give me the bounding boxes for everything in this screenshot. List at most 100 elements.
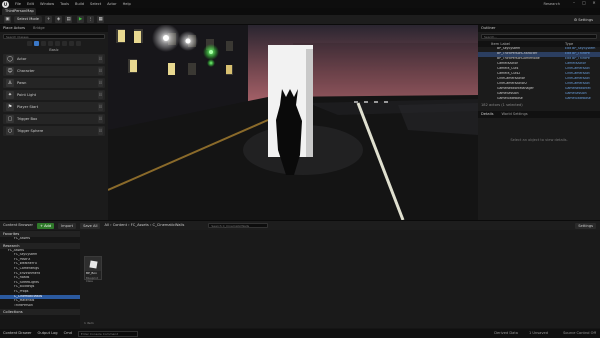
outliner-row-label: GameStateBase (497, 97, 523, 100)
level-viewport[interactable] (108, 25, 478, 220)
favorite-item[interactable]: FC_Assets (0, 237, 80, 242)
maximize-icon[interactable]: □ (580, 0, 588, 7)
asset-grid: BP_Box Blueprint Class 1 item (82, 230, 600, 329)
console-input[interactable]: Enter Console Command (77, 330, 138, 337)
asset-thumbnail (85, 257, 101, 271)
menu-edit[interactable]: Edit (27, 2, 34, 6)
drag-handle-icon[interactable]: ⠿ (98, 79, 103, 88)
drag-handle-icon[interactable]: ⠿ (98, 103, 103, 112)
tab-map[interactable]: ThirdPersonMap (2, 8, 36, 15)
play-icon[interactable]: ▶ (77, 16, 85, 23)
select-mode-dropdown[interactable]: Select Mode (14, 16, 43, 23)
unsaved-button[interactable]: 1 Unsaved (529, 331, 548, 335)
cmd-dropdown[interactable]: Cmd (64, 331, 72, 335)
save-all-button[interactable]: Save All (80, 222, 101, 229)
menu-tools[interactable]: Tools (60, 2, 69, 6)
place-actors-tabs: Place Actors Bridge (0, 25, 108, 32)
status-bar: Content Drawer Output Log Cmd Enter Cons… (0, 329, 600, 338)
menu-actor[interactable]: Actor (107, 2, 116, 6)
place-item-actor[interactable]: ◯ Actor ⠿ (3, 54, 105, 65)
outliner-row[interactable]: GameStateBase GameStateBase (478, 97, 600, 102)
content-browser-toolbar: Content Browser + Add Import Save All Al… (0, 221, 600, 230)
blueprint-icon[interactable]: ◈ (55, 16, 63, 23)
recent-icon[interactable] (27, 41, 32, 46)
shapes-icon[interactable] (48, 41, 53, 46)
col-item-label[interactable]: Item Label (481, 42, 565, 46)
close-icon[interactable]: ✕ (590, 0, 598, 7)
main-toolbar: ▣ Select Mode + ◈ ▤ ▶ ⋮ ▦ (0, 15, 600, 25)
outliner-row-type[interactable]: GameStateBase (565, 97, 597, 102)
add-button[interactable]: + Add (37, 222, 55, 229)
place-item-player-start[interactable]: ⚑ Player Start ⠿ (3, 102, 105, 113)
tab-outliner[interactable]: Outliner (481, 26, 495, 31)
basic-icon[interactable] (34, 41, 39, 46)
cb-settings-button[interactable]: Settings (575, 222, 596, 229)
document-tab-row (0, 8, 600, 15)
content-drawer-button[interactable]: Content Drawer (3, 331, 32, 335)
menu-bar: U File Edit Window Tools Build Select Ac… (0, 0, 600, 8)
project-name: Research (543, 2, 560, 6)
visual-effects-icon[interactable] (62, 41, 67, 46)
tab-place-actors[interactable]: Place Actors (3, 26, 25, 31)
place-item-character[interactable]: ☺ Character ⠿ (3, 66, 105, 77)
tab-details[interactable]: Details (481, 112, 493, 117)
drag-handle-icon[interactable]: ⠿ (98, 127, 103, 136)
minimize-icon[interactable]: – (570, 0, 578, 7)
menu-select[interactable]: Select (90, 2, 101, 6)
place-actors-search[interactable]: Search Classes (3, 34, 105, 39)
actor-icon: ◯ (6, 55, 14, 64)
platforms-icon[interactable]: ▦ (97, 16, 105, 23)
menu-file[interactable]: File (15, 2, 21, 6)
player-start-icon: ⚑ (6, 103, 14, 112)
category-icons (0, 41, 108, 46)
play-options-icon[interactable]: ⋮ (87, 16, 95, 23)
content-search[interactable]: Search C_CinematicWalls (208, 223, 269, 228)
menu-help[interactable]: Help (123, 2, 131, 6)
drag-handle-icon[interactable]: ⠿ (98, 55, 103, 64)
cinematics-icon[interactable]: ▤ (65, 16, 73, 23)
outliner-search[interactable]: Search... (481, 34, 597, 39)
place-item-pawn[interactable]: ♙ Pawn ⠿ (3, 78, 105, 89)
drag-handle-icon[interactable]: ⠿ (98, 67, 103, 76)
outliner-tab-bar: Outliner (478, 25, 600, 32)
details-panel: Details World Settings Select an object … (478, 111, 600, 220)
category-label: Basic (49, 48, 59, 52)
cinematic-icon[interactable] (55, 41, 60, 46)
place-item-trigger-box[interactable]: ▢ Trigger Box ⠿ (3, 114, 105, 125)
place-item-trigger-sphere[interactable]: ○ Trigger Sphere ⠿ (3, 126, 105, 137)
trigger-box-icon: ▢ (6, 115, 14, 124)
add-actor-icon[interactable]: + (45, 16, 53, 23)
menu-window[interactable]: Window (40, 2, 54, 6)
details-empty-message: Select an object to view details. (510, 138, 568, 142)
col-type[interactable]: Type (565, 42, 597, 46)
collections-section[interactable]: Collections (0, 309, 80, 316)
folder-tree: FC_Assets FC_SkySystem FC_PostFX FC_Weather… (0, 249, 80, 309)
outliner-status: 182 actors (1 selected) (481, 103, 523, 107)
lights-icon[interactable] (41, 41, 46, 46)
details-tab-bar: Details World Settings (478, 111, 600, 118)
content-browser: Content Browser + Add Import Save All Al… (0, 220, 600, 329)
import-button[interactable]: Import (58, 222, 77, 229)
folder-item[interactable]: ThirdPerson (0, 304, 80, 309)
drag-handle-icon[interactable]: ⠿ (98, 91, 103, 100)
save-icon[interactable]: ▣ (4, 16, 11, 23)
unreal-logo-icon[interactable]: U (2, 0, 9, 8)
menu-build[interactable]: Build (75, 2, 84, 6)
light-bulb-icon: ✦ (6, 91, 14, 100)
tab-world-settings[interactable]: World Settings (501, 112, 527, 117)
item-count: 1 item (84, 321, 94, 325)
place-item-point-light[interactable]: ✦ Point Light ⠿ (3, 90, 105, 101)
breadcrumb: All › Content › FC_Assets › C_CinematicW… (104, 223, 185, 228)
all-classes-icon[interactable] (76, 41, 81, 46)
cube-icon (88, 259, 98, 269)
derived-data-button[interactable]: Derived Data (494, 331, 518, 335)
source-control-button[interactable]: Source Control Off (563, 331, 596, 335)
asset-tile-bp-box[interactable]: BP_Box Blueprint Class (84, 256, 102, 283)
output-log-button[interactable]: Output Log (38, 331, 58, 335)
drag-handle-icon[interactable]: ⠿ (98, 115, 103, 124)
tab-bridge[interactable]: Bridge (33, 26, 45, 31)
volumes-icon[interactable] (69, 41, 74, 46)
tab-content-browser[interactable]: Content Browser (3, 223, 33, 227)
pawn-icon: ♙ (6, 79, 14, 88)
settings-button[interactable]: ⚙ Settings (571, 16, 596, 24)
